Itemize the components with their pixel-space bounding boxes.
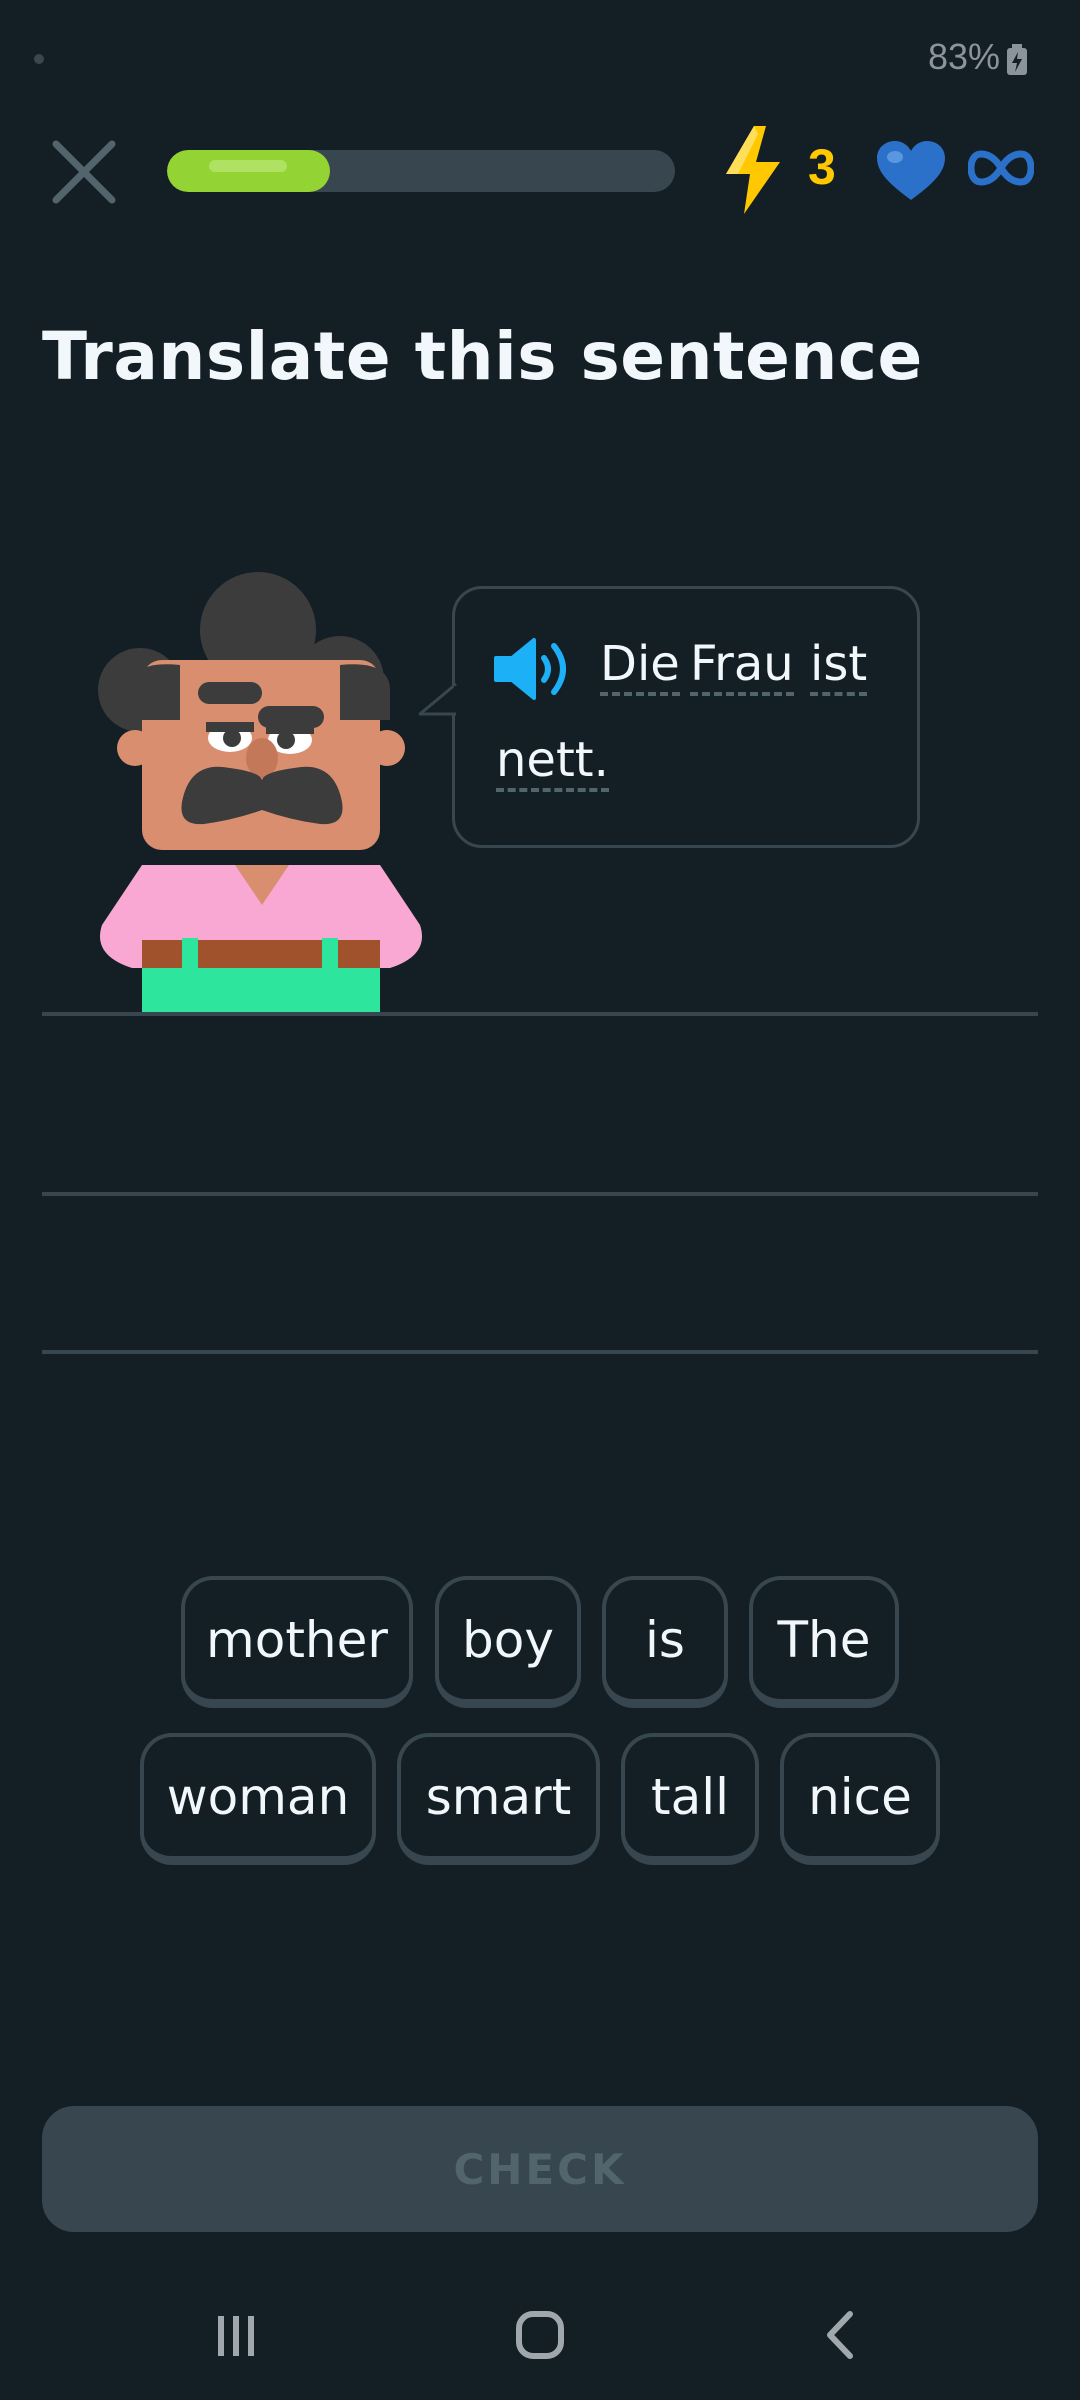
lightning-bolt-icon bbox=[726, 126, 780, 214]
word-chip[interactable]: is bbox=[602, 1576, 728, 1708]
word-chip[interactable]: boy bbox=[435, 1576, 581, 1708]
close-icon[interactable] bbox=[48, 136, 120, 208]
check-button[interactable]: CHECK bbox=[42, 2106, 1038, 2232]
speech-bubble-tail bbox=[418, 682, 458, 716]
back-icon[interactable] bbox=[802, 2306, 882, 2364]
progress-highlight bbox=[209, 160, 287, 172]
recent-apps-icon[interactable] bbox=[196, 2306, 276, 2364]
notification-dot bbox=[34, 54, 44, 64]
word-chip[interactable]: nice bbox=[780, 1733, 940, 1865]
answer-line[interactable] bbox=[42, 1350, 1038, 1354]
answer-line[interactable] bbox=[42, 1192, 1038, 1196]
character-illustration bbox=[98, 572, 422, 1015]
word-chip[interactable]: mother bbox=[181, 1576, 413, 1708]
infinity-icon bbox=[968, 150, 1034, 186]
prompt-word[interactable]: nett. bbox=[496, 736, 609, 792]
word-chip[interactable]: smart bbox=[397, 1733, 600, 1865]
lesson-progress-bar bbox=[167, 150, 675, 192]
heart-icon[interactable] bbox=[875, 140, 947, 202]
prompt-word[interactable]: Die bbox=[600, 640, 680, 696]
prompt-word[interactable]: ist bbox=[810, 640, 868, 696]
lesson-progress-fill bbox=[167, 150, 330, 192]
word-chip[interactable]: tall bbox=[621, 1733, 759, 1865]
answer-line[interactable] bbox=[42, 1012, 1038, 1016]
home-icon[interactable] bbox=[500, 2306, 580, 2364]
speech-bubble bbox=[452, 586, 920, 848]
page-title: Translate this sentence bbox=[42, 318, 923, 395]
word-chip[interactable]: woman bbox=[140, 1733, 376, 1865]
prompt-word[interactable]: Frau bbox=[690, 640, 794, 696]
battery-percentage: 83% bbox=[927, 36, 1000, 77]
battery-icon bbox=[1007, 44, 1027, 75]
streak-count: 3 bbox=[808, 139, 836, 195]
word-chip[interactable]: The bbox=[749, 1576, 899, 1708]
speaker-icon[interactable] bbox=[492, 634, 578, 704]
